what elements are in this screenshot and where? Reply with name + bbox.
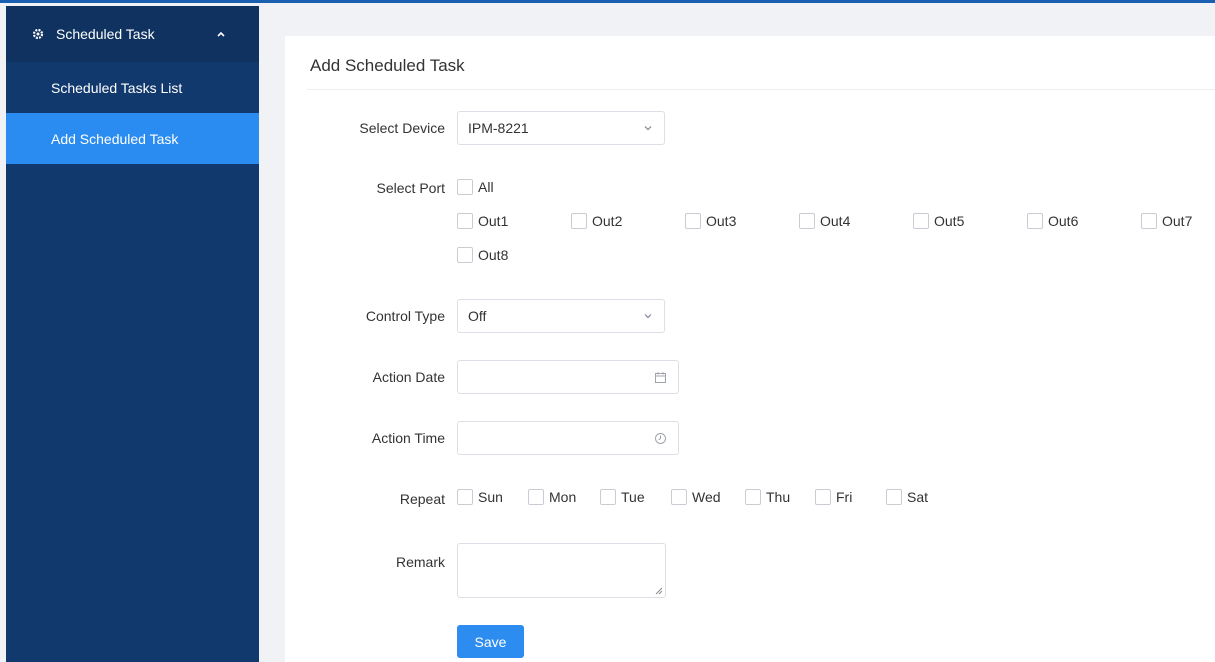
control-type-dropdown[interactable]: Off	[457, 299, 665, 333]
checkbox-box[interactable]	[815, 489, 831, 505]
checkbox-box[interactable]	[457, 179, 473, 195]
checkbox-box[interactable]	[745, 489, 761, 505]
title-divider	[307, 89, 1215, 90]
checkbox-box[interactable]	[1027, 213, 1043, 229]
calendar-icon[interactable]	[654, 371, 667, 384]
checkbox-label: Wed	[692, 489, 721, 505]
repeat-checkbox-sat[interactable]: Sat	[886, 489, 928, 505]
checkbox-label: Out4	[820, 213, 851, 229]
checkbox-box[interactable]	[528, 489, 544, 505]
clock-icon[interactable]	[654, 432, 667, 445]
sidebar-item-label: Add Scheduled Task	[51, 130, 179, 147]
checkbox-box[interactable]	[671, 489, 687, 505]
checkbox-box[interactable]	[457, 247, 473, 263]
control-type-label: Control Type	[365, 308, 445, 324]
checkbox-box[interactable]	[571, 213, 587, 229]
repeat-checkbox-fri[interactable]: Fri	[815, 489, 852, 505]
sidebar-item-add-scheduled-task[interactable]: Add Scheduled Task	[6, 113, 259, 164]
port-checkbox-out8[interactable]: Out8	[457, 247, 508, 263]
chevron-down-icon	[644, 126, 652, 131]
main-content: Add Scheduled Task Select Device IPM-822…	[259, 6, 1215, 662]
control-type-value: Off	[468, 308, 487, 324]
repeat-checkbox-wed[interactable]: Wed	[671, 489, 721, 505]
action-date-label: Action Date	[372, 369, 445, 385]
port-checkbox-out6[interactable]: Out6	[1027, 213, 1078, 229]
port-checkbox-out4[interactable]: Out4	[799, 213, 850, 229]
checkbox-label: Sat	[907, 489, 929, 505]
checkbox-label: Tue	[621, 489, 645, 505]
port-checkbox-out3[interactable]: Out3	[685, 213, 736, 229]
checkbox-label: Mon	[549, 489, 577, 505]
repeat-checkbox-sun[interactable]: Sun	[457, 489, 503, 505]
select-device-label: Select Device	[359, 120, 445, 136]
action-date-input[interactable]	[457, 360, 679, 394]
port-checkbox-out7[interactable]: Out7	[1141, 213, 1192, 229]
remark-textarea[interactable]	[457, 543, 666, 598]
resize-grip-icon[interactable]	[655, 587, 663, 595]
checkbox-label: Out2	[592, 213, 623, 229]
sidebar-item-scheduled-tasks-list[interactable]: Scheduled Tasks List	[6, 62, 259, 113]
save-button[interactable]: Save	[457, 625, 524, 658]
checkbox-label: Thu	[766, 489, 791, 505]
checkbox-box[interactable]	[799, 213, 815, 229]
add-task-card: Add Scheduled Task Select Device IPM-822…	[285, 36, 1215, 662]
port-checkbox-all[interactable]: All	[457, 179, 494, 195]
checkbox-box[interactable]	[886, 489, 902, 505]
port-checkbox-out5[interactable]: Out5	[913, 213, 964, 229]
checkbox-label: Out1	[478, 213, 509, 229]
sidebar-item-label: Scheduled Tasks List	[51, 79, 183, 96]
sidebar: Scheduled Task Scheduled Tasks List Add …	[6, 6, 259, 662]
remark-label: Remark	[395, 554, 445, 570]
select-device-dropdown[interactable]: IPM-8221	[457, 111, 665, 145]
checkbox-label: Sun	[478, 489, 503, 505]
checkbox-label: Fri	[836, 489, 853, 505]
select-port-label: Select Port	[376, 180, 445, 196]
repeat-label: Repeat	[399, 491, 445, 507]
repeat-checkbox-thu[interactable]: Thu	[745, 489, 790, 505]
checkbox-label: Out6	[1048, 213, 1079, 229]
chevron-up-icon[interactable]	[216, 29, 226, 39]
checkbox-label: Out7	[1162, 213, 1193, 229]
sidebar-group-label: Scheduled Task	[56, 26, 155, 42]
repeat-checkbox-tue[interactable]: Tue	[600, 489, 645, 505]
checkbox-box[interactable]	[457, 489, 473, 505]
top-accent-bar	[0, 0, 1215, 3]
page-title: Add Scheduled Task	[310, 56, 465, 75]
action-time-input[interactable]	[457, 421, 679, 455]
checkbox-label: Out8	[478, 247, 509, 263]
port-checkbox-out2[interactable]: Out2	[571, 213, 622, 229]
select-device-value: IPM-8221	[468, 120, 529, 136]
checkbox-label: Out5	[934, 213, 965, 229]
checkbox-label: Out3	[706, 213, 737, 229]
repeat-checkbox-mon[interactable]: Mon	[528, 489, 576, 505]
sidebar-group-scheduled-task[interactable]: Scheduled Task	[6, 6, 259, 62]
port-checkbox-out1[interactable]: Out1	[457, 213, 508, 229]
action-time-label: Action Time	[371, 430, 445, 446]
checkbox-label: All	[478, 179, 494, 195]
checkbox-box[interactable]	[913, 213, 929, 229]
chevron-down-icon	[644, 314, 652, 319]
checkbox-box[interactable]	[1141, 213, 1157, 229]
gear-icon	[32, 28, 44, 40]
checkbox-box[interactable]	[600, 489, 616, 505]
checkbox-box[interactable]	[457, 213, 473, 229]
checkbox-box[interactable]	[685, 213, 701, 229]
